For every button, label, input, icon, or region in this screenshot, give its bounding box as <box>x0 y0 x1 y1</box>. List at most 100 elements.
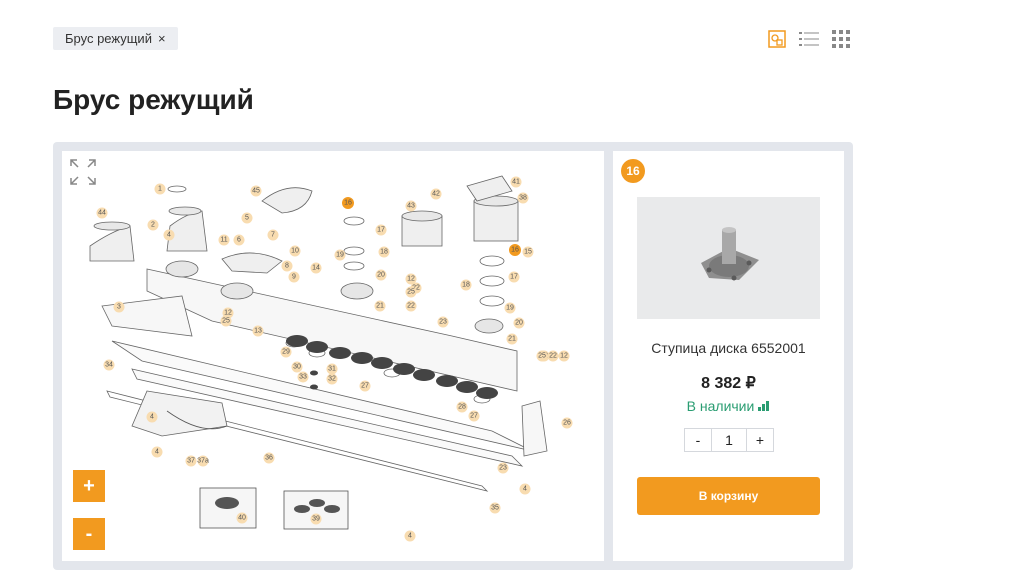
callout-28[interactable]: 28 <box>456 401 468 413</box>
callout-26[interactable]: 26 <box>561 417 573 429</box>
remove-filter-icon[interactable]: × <box>158 27 166 50</box>
fullscreen-icon[interactable] <box>68 157 98 187</box>
callout-label: 40 <box>238 515 246 522</box>
diagram-view-icon[interactable] <box>766 28 788 50</box>
callout-30[interactable]: 30 <box>291 361 303 373</box>
callout-label: 12 <box>407 276 415 283</box>
callout-3[interactable]: 3 <box>113 301 125 313</box>
callout-23[interactable]: 23 <box>437 316 449 328</box>
quantity-minus-button[interactable]: - <box>685 429 711 451</box>
callout-22[interactable]: 22 <box>547 350 559 362</box>
grid-view-icon[interactable] <box>830 28 852 50</box>
callout-39[interactable]: 39 <box>310 513 322 525</box>
callout-21[interactable]: 21 <box>506 333 518 345</box>
callout-11[interactable]: 11 <box>218 234 230 246</box>
callout-4[interactable]: 4 <box>404 530 416 542</box>
callout-32[interactable]: 32 <box>326 373 338 385</box>
callout-label: 43 <box>407 203 415 210</box>
callout-27[interactable]: 27 <box>468 410 480 422</box>
callout-43[interactable]: 43 <box>405 200 417 212</box>
add-to-cart-button[interactable]: В корзину <box>637 477 820 515</box>
list-view-icon[interactable] <box>798 28 820 50</box>
callout-16[interactable]: 16 <box>342 197 354 209</box>
callout-20[interactable]: 20 <box>513 317 525 329</box>
callout-36[interactable]: 36 <box>263 452 275 464</box>
callout-35[interactable]: 35 <box>489 502 501 514</box>
callout-4[interactable]: 4 <box>146 411 158 423</box>
filter-tag-label: Брус режущий <box>65 31 152 46</box>
callout-4[interactable]: 4 <box>519 483 531 495</box>
callout-18[interactable]: 18 <box>378 246 390 258</box>
callout-31[interactable]: 31 <box>326 363 338 375</box>
callout-label: 31 <box>328 366 336 373</box>
callout-10[interactable]: 10 <box>289 245 301 257</box>
callout-17[interactable]: 17 <box>375 224 387 236</box>
product-card: 16 Ступица диска 6552001 8 382 ₽ В налич… <box>613 151 844 561</box>
callout-label: 19 <box>506 305 514 312</box>
callout-29[interactable]: 29 <box>280 346 292 358</box>
callout-label: 16 <box>511 247 519 254</box>
exploded-parts-drawing: 1234444456789101112121213141516161717181… <box>89 175 573 542</box>
product-name[interactable]: Ступица диска 6552001 <box>613 340 844 356</box>
callout-label: 42 <box>432 191 440 198</box>
active-filter-tag: Брус режущий × <box>53 27 178 50</box>
quantity-plus-button[interactable]: + <box>747 429 773 451</box>
callout-4[interactable]: 4 <box>163 229 175 241</box>
callout-label: 41 <box>512 179 520 186</box>
callout-4[interactable]: 4 <box>151 446 163 458</box>
callout-9[interactable]: 9 <box>288 271 300 283</box>
callout-38[interactable]: 38 <box>517 192 529 204</box>
callout-41[interactable]: 41 <box>510 176 522 188</box>
callout-17[interactable]: 17 <box>508 271 520 283</box>
callout-44[interactable]: 44 <box>96 207 108 219</box>
callout-label: 22 <box>549 353 557 360</box>
callout-label: 1 <box>158 186 162 193</box>
callout-label: 17 <box>510 274 518 281</box>
stock-label: В наличии <box>686 398 755 414</box>
callout-25[interactable]: 25 <box>220 315 232 327</box>
zoom-out-button[interactable]: - <box>73 518 105 550</box>
callout-25[interactable]: 25 <box>405 286 417 298</box>
parts-diagram[interactable]: 1234444456789101112121213141516161717181… <box>62 151 604 561</box>
product-price: 8 382 ₽ <box>701 375 756 392</box>
callout-7[interactable]: 7 <box>267 229 279 241</box>
callout-33[interactable]: 33 <box>297 371 309 383</box>
callout-19[interactable]: 19 <box>334 249 346 261</box>
quantity-stepper: - 1 + <box>684 428 774 452</box>
callout-6[interactable]: 6 <box>233 234 245 246</box>
view-switch <box>766 28 852 50</box>
callout-42[interactable]: 42 <box>430 188 442 200</box>
disc-hub-image <box>700 227 759 281</box>
callout-label: 2 <box>151 222 155 229</box>
callout-label: 9 <box>292 274 296 281</box>
callout-16[interactable]: 16 <box>509 244 521 256</box>
quantity-input[interactable]: 1 <box>711 429 747 451</box>
callout-20[interactable]: 20 <box>375 269 387 281</box>
product-photo[interactable] <box>637 197 820 319</box>
callout-23[interactable]: 23 <box>497 462 509 474</box>
callout-label: 36 <box>265 455 273 462</box>
callout-34[interactable]: 34 <box>103 359 115 371</box>
callout-40[interactable]: 40 <box>236 512 248 524</box>
callout-label: 20 <box>377 272 385 279</box>
callout-1[interactable]: 1 <box>154 183 166 195</box>
callout-5[interactable]: 5 <box>241 212 253 224</box>
callout-8[interactable]: 8 <box>281 260 293 272</box>
zoom-in-button[interactable]: + <box>73 470 105 502</box>
callout-12[interactable]: 12 <box>558 350 570 362</box>
position-badge: 16 <box>621 159 645 183</box>
callout-37a[interactable]: 37a <box>197 455 209 467</box>
callout-15[interactable]: 15 <box>522 246 534 258</box>
callout-27[interactable]: 27 <box>359 380 371 392</box>
callout-21[interactable]: 21 <box>374 300 386 312</box>
callout-13[interactable]: 13 <box>252 325 264 337</box>
callout-2[interactable]: 2 <box>147 219 159 231</box>
callout-22[interactable]: 22 <box>405 300 417 312</box>
callout-18[interactable]: 18 <box>460 279 472 291</box>
callout-14[interactable]: 14 <box>310 262 322 274</box>
callout-19[interactable]: 19 <box>504 302 516 314</box>
callout-37[interactable]: 37 <box>185 455 197 467</box>
callout-label: 32 <box>328 376 336 383</box>
callout-45[interactable]: 45 <box>250 185 262 197</box>
callout-25[interactable]: 25 <box>536 350 548 362</box>
